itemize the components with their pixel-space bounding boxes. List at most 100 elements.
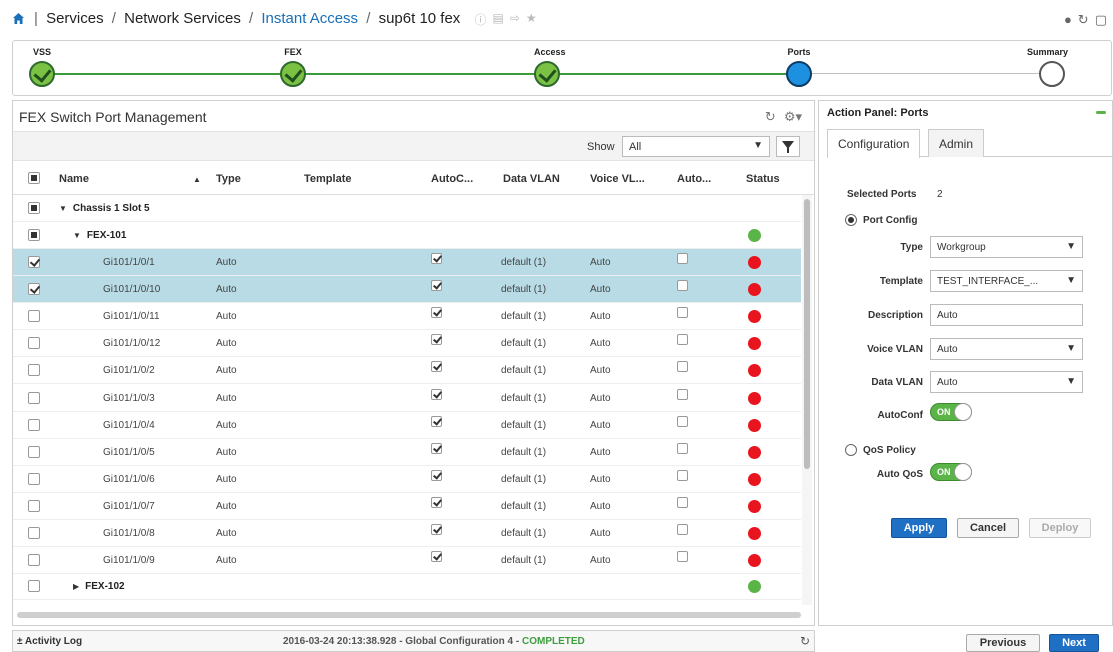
show-filter-select[interactable]: All ▼ [622,136,770,157]
row-checkbox[interactable] [28,256,40,268]
auto-checkbox[interactable] [677,551,688,563]
export-icon[interactable]: ⇨ [510,11,520,28]
autoconf-checkbox[interactable] [431,415,442,427]
auto-checkbox[interactable] [677,469,688,481]
auto-checkbox[interactable] [677,334,688,346]
row-checkbox[interactable] [28,554,40,567]
row-checkbox[interactable] [28,310,40,323]
refresh-icon[interactable]: ↻ [800,634,810,648]
vertical-scrollbar[interactable] [802,195,812,605]
group-row-fex-101[interactable]: ▼ FEX-101 [13,222,801,249]
autoconf-toggle[interactable]: ON [930,403,972,421]
auto-checkbox[interactable] [677,442,688,454]
autoconf-checkbox[interactable] [431,524,442,535]
horizontal-scrollbar[interactable] [17,612,801,618]
tab-admin[interactable]: Admin [928,129,985,157]
table-row[interactable]: Gi101/1/0/3 Auto default (1) Auto [13,385,801,412]
table-row[interactable]: Gi101/1/0/9 Auto default (1) Auto [13,547,801,575]
table-row[interactable]: Gi101/1/0/8 Auto default (1) Auto [13,520,801,547]
port-config-radio[interactable] [845,214,857,226]
row-checkbox[interactable] [28,202,40,214]
table-row[interactable]: Gi101/1/0/5 Auto default (1) Auto [13,439,801,466]
auto-qos-toggle[interactable]: ON [930,463,972,481]
column-header-auto[interactable]: Auto... [677,173,711,185]
deploy-button[interactable]: Deploy [1029,518,1091,538]
table-row[interactable]: Gi101/1/0/10 Auto default (1) Auto [13,276,801,304]
column-header-data-vlan[interactable]: Data VLAN [503,173,560,185]
voice-vlan-select[interactable]: Auto ▼ [930,338,1083,360]
table-row[interactable]: Gi101/1/0/11 Auto default (1) Auto [13,303,801,331]
expand-icon[interactable]: ▶ [73,582,79,591]
auto-checkbox[interactable] [677,253,688,264]
wizard-step-access[interactable]: Access [534,47,566,87]
autoconf-checkbox[interactable] [431,496,442,508]
column-header-type[interactable]: Type [216,173,241,185]
row-checkbox[interactable] [28,391,40,404]
auto-checkbox[interactable] [677,496,688,508]
home-icon[interactable] [12,12,25,25]
gear-icon[interactable]: ⚙▾ [784,109,802,125]
cancel-button[interactable]: Cancel [957,518,1019,538]
autoconf-checkbox[interactable] [431,280,442,292]
autoconf-checkbox[interactable] [431,469,442,481]
breadcrumb-item-instant-access[interactable]: Instant Access [261,10,358,27]
refresh-icon[interactable]: ↻ [1078,12,1089,28]
info-icon[interactable]: ⓘ [474,11,486,28]
table-row[interactable]: Gi101/1/0/4 Auto default (1) Auto [13,412,801,439]
row-checkbox[interactable] [28,472,40,485]
table-row[interactable]: Gi101/1/0/12 Auto default (1) Auto [13,330,801,358]
column-header-autoconf[interactable]: AutoC... [431,173,473,185]
row-checkbox[interactable] [28,283,40,296]
auto-checkbox[interactable] [677,524,688,535]
wizard-step-ports[interactable]: Ports [786,47,812,87]
refresh-icon[interactable]: ↻ [765,109,776,125]
wizard-step-fex[interactable]: FEX [280,47,306,87]
auto-checkbox[interactable] [677,388,688,400]
wizard-step-vss[interactable]: VSS [29,47,55,87]
activity-log-toggle[interactable]: ± Activity Log [17,636,82,647]
table-row[interactable]: Gi101/1/0/1 Auto default (1) Auto [13,249,801,276]
minimize-icon[interactable] [1096,111,1106,114]
auto-checkbox[interactable] [677,307,688,319]
help-icon[interactable]: ● [1064,12,1072,28]
row-checkbox[interactable] [28,418,40,431]
row-checkbox[interactable] [28,580,40,592]
data-vlan-select[interactable]: Auto ▼ [930,371,1083,393]
window-icon[interactable]: ▢ [1095,12,1107,28]
apply-button[interactable]: Apply [891,518,947,538]
autoconf-checkbox[interactable] [431,361,442,373]
column-header-status[interactable]: Status [746,173,780,185]
auto-checkbox[interactable] [677,415,688,427]
row-checkbox[interactable] [28,229,40,241]
column-header-template[interactable]: Template [304,173,351,185]
row-checkbox[interactable] [28,364,40,377]
group-row-chassis[interactable]: ▼ Chassis 1 Slot 5 [13,195,801,222]
description-input[interactable]: Auto [930,304,1083,326]
select-all-checkbox[interactable] [28,172,40,184]
filter-button[interactable] [776,136,800,157]
row-checkbox[interactable] [28,527,40,539]
row-checkbox[interactable] [28,337,40,350]
template-select[interactable]: TEST_INTERFACE_... ▼ [930,270,1083,292]
type-select[interactable]: Workgroup ▼ [930,236,1083,258]
next-button[interactable]: Next [1049,634,1099,652]
column-header-name[interactable]: Name [59,173,89,185]
autoconf-checkbox[interactable] [431,253,442,264]
autoconf-checkbox[interactable] [431,442,442,454]
previous-button[interactable]: Previous [966,634,1040,652]
table-row[interactable]: Gi101/1/0/2 Auto default (1) Auto [13,357,801,385]
autoconf-checkbox[interactable] [431,307,442,319]
row-checkbox[interactable] [28,499,40,512]
column-header-voice-vlan[interactable]: Voice VL... [590,173,645,185]
breadcrumb-item-network-services[interactable]: Network Services [124,10,241,27]
breadcrumb-item-services[interactable]: Services [46,10,104,27]
autoconf-checkbox[interactable] [431,334,442,346]
save-icon[interactable]: ▤ [493,11,504,28]
qos-policy-radio[interactable] [845,444,857,456]
auto-checkbox[interactable] [677,361,688,373]
star-icon[interactable]: ★ [526,11,537,28]
sort-asc-icon[interactable]: ▲ [193,175,201,184]
group-row-fex-102[interactable]: ▶ FEX-102 [13,573,801,600]
auto-checkbox[interactable] [677,280,688,292]
wizard-step-summary[interactable]: Summary [1027,47,1068,87]
